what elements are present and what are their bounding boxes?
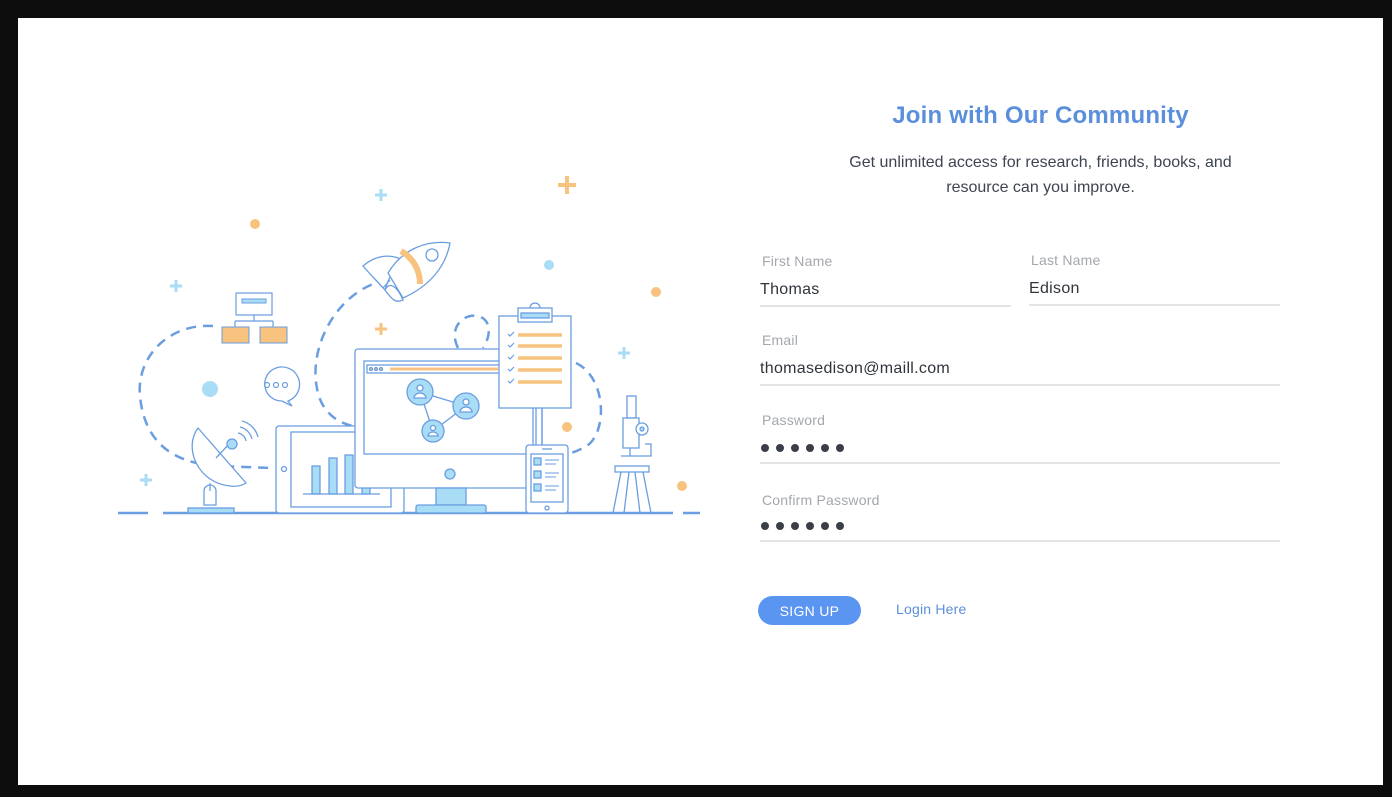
first-name-label: First Name — [762, 253, 833, 269]
login-link[interactable]: Login Here — [896, 601, 967, 617]
password-mask-dot — [761, 522, 769, 530]
email-label: Email — [762, 332, 799, 348]
signup-card: Join with Our Community Get unlimited ac… — [18, 18, 1383, 785]
password-mask-dot — [821, 444, 829, 452]
sign-up-button[interactable]: SIGN UP — [758, 596, 861, 625]
email-field: Email — [760, 332, 1280, 392]
confirm-password-label: Confirm Password — [762, 492, 880, 508]
password-input[interactable] — [760, 434, 1280, 464]
last-name-field: Last Name — [1029, 252, 1280, 312]
confirm-password-field: Confirm Password — [760, 492, 1280, 552]
page-subtitle: Get unlimited access for research, frien… — [849, 154, 1232, 196]
password-mask-dot — [836, 522, 844, 530]
password-mask-dot — [776, 522, 784, 530]
last-name-input[interactable] — [1029, 274, 1280, 306]
confirm-password-input[interactable] — [760, 512, 1280, 542]
password-label: Password — [762, 412, 826, 428]
rocket-icon — [362, 241, 451, 302]
community-illustration — [118, 176, 700, 515]
password-mask-dot — [836, 444, 844, 452]
microscope-icon — [612, 395, 652, 514]
phone-icon — [525, 444, 569, 514]
page-title: Join with Our Community — [892, 102, 1189, 129]
password-mask-dot — [791, 522, 799, 530]
chat-bubble-icon — [263, 366, 301, 407]
password-mask-dot — [761, 444, 769, 452]
password-mask-dot — [806, 522, 814, 530]
first-name-field: First Name — [760, 253, 1011, 313]
password-mask-dot — [806, 444, 814, 452]
email-input[interactable] — [760, 354, 1280, 386]
last-name-label: Last Name — [1031, 252, 1101, 268]
org-chart-icon — [221, 292, 288, 344]
first-name-input[interactable] — [760, 275, 1011, 307]
password-field: Password — [760, 412, 1280, 472]
password-mask-dot — [821, 522, 829, 530]
password-mask-dot — [776, 444, 784, 452]
password-mask-dot — [791, 444, 799, 452]
